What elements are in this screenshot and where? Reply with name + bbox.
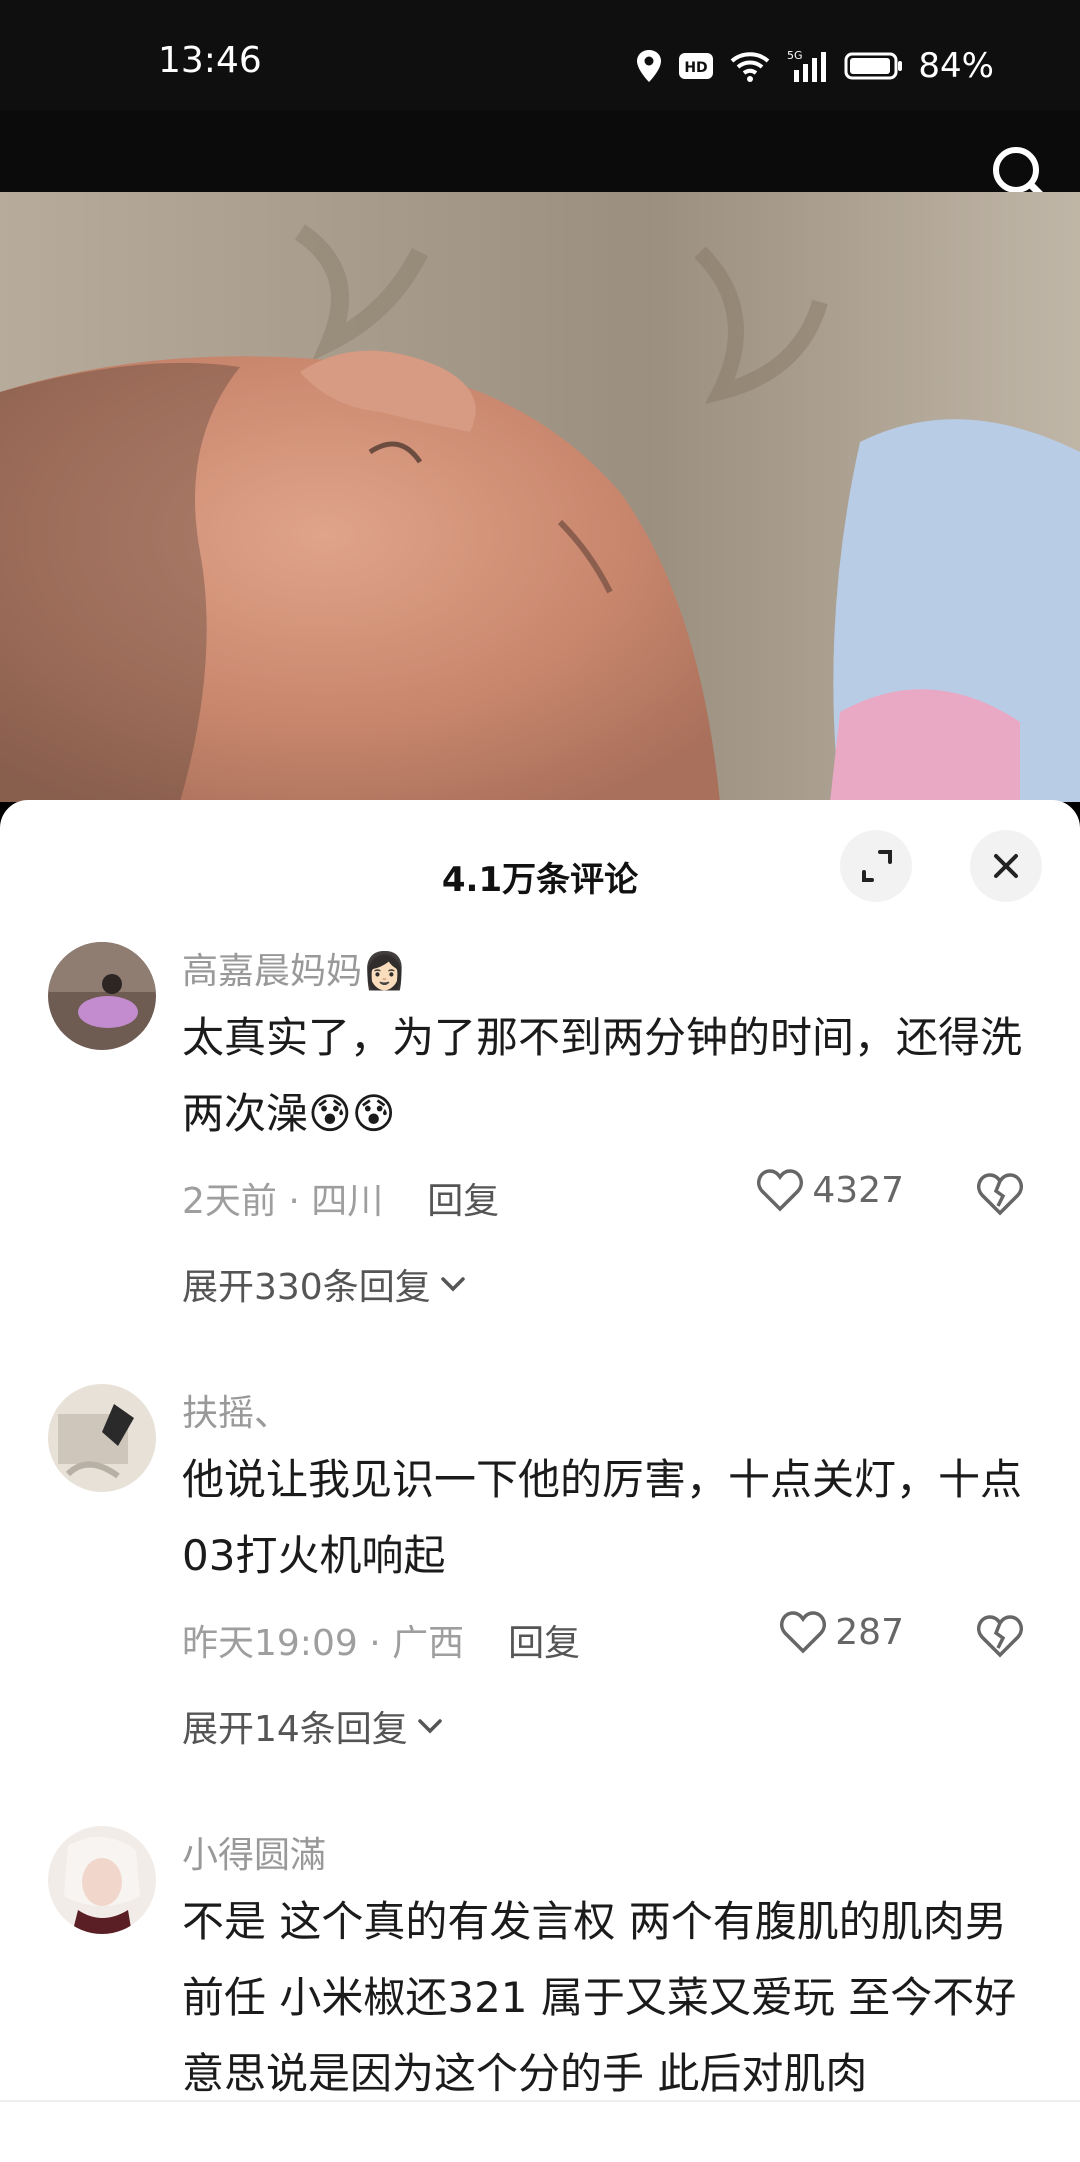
comments-sheet: 4.1万条评论 高嘉晨妈妈👩🏻 太真实了，为了那不到两分钟的时间，还得洗两次澡😰… [0, 800, 1080, 2160]
like-button[interactable]: 287 [779, 1610, 904, 1654]
location-icon [634, 48, 664, 84]
battery-icon [844, 51, 904, 81]
hd-icon: HD [678, 51, 714, 81]
comment-username[interactable]: 扶摇、 [182, 1384, 290, 1436]
expand-icon [862, 850, 892, 882]
like-button[interactable]: 4327 [756, 1168, 904, 1212]
status-icons: HD 5G 84% [634, 46, 994, 86]
like-count: 287 [835, 1611, 904, 1653]
expand-replies-button[interactable]: 展开330条回复 [182, 1258, 469, 1310]
battery-percentage: 84% [918, 46, 994, 86]
status-bar: 13:46 HD 5G 84% [0, 0, 1080, 110]
avatar[interactable] [48, 942, 156, 1050]
comment-text: 他说让我见识一下他的厉害，十点关灯，十点03打火机响起 [182, 1455, 1023, 1580]
comment-time-location: 2天前 · 四川 [182, 1181, 384, 1222]
comment-meta: 2天前 · 四川 回复 [182, 1172, 499, 1224]
svg-text:5G: 5G [787, 49, 803, 62]
avatar[interactable] [48, 1384, 156, 1492]
chevron-down-icon [440, 1277, 465, 1292]
reply-button[interactable]: 回复 [427, 1181, 499, 1222]
comment-input-bar[interactable] [0, 2100, 1080, 2162]
reply-button[interactable]: 回复 [508, 1623, 580, 1664]
comment-meta: 昨天19:09 · 广西 回复 [182, 1614, 580, 1666]
chevron-down-icon [418, 1719, 442, 1734]
avatar[interactable] [48, 1826, 156, 1934]
broken-heart-icon [977, 1173, 1023, 1216]
expand-replies-label: 展开14条回复 [182, 1709, 408, 1750]
heart-icon [757, 1169, 804, 1212]
dislike-button[interactable] [976, 1612, 1024, 1660]
wifi-icon [728, 49, 772, 83]
comment-text: 太真实了，为了那不到两分钟的时间，还得洗两次澡😰😰 [182, 1013, 1023, 1138]
comment-text: 不是 这个真的有发言权 两个有腹肌的肌肉男前任 小米椒还321 属于又菜又爱玩 … [182, 1897, 1017, 2098]
signal-icon: 5G [786, 48, 830, 84]
like-count: 4327 [812, 1169, 904, 1211]
svg-text:HD: HD [685, 60, 708, 76]
dislike-button[interactable] [976, 1170, 1024, 1218]
comment-time-location: 昨天19:09 · 广西 [182, 1623, 465, 1664]
expand-replies-button[interactable]: 展开14条回复 [182, 1700, 446, 1752]
video-top-bar [0, 110, 1080, 206]
close-icon [994, 854, 1018, 878]
broken-heart-icon [977, 1615, 1023, 1658]
comment-username[interactable]: 小得圆滿 [182, 1826, 326, 1878]
fullscreen-button[interactable] [840, 830, 912, 902]
heart-icon [780, 1611, 827, 1654]
comment-username[interactable]: 高嘉晨妈妈👩🏻 [182, 942, 407, 994]
status-time: 13:46 [158, 40, 262, 81]
expand-replies-label: 展开330条回复 [182, 1267, 431, 1308]
comments-title: 4.1万条评论 [441, 860, 639, 900]
video-frame[interactable] [0, 192, 1080, 802]
close-button[interactable] [970, 830, 1042, 902]
